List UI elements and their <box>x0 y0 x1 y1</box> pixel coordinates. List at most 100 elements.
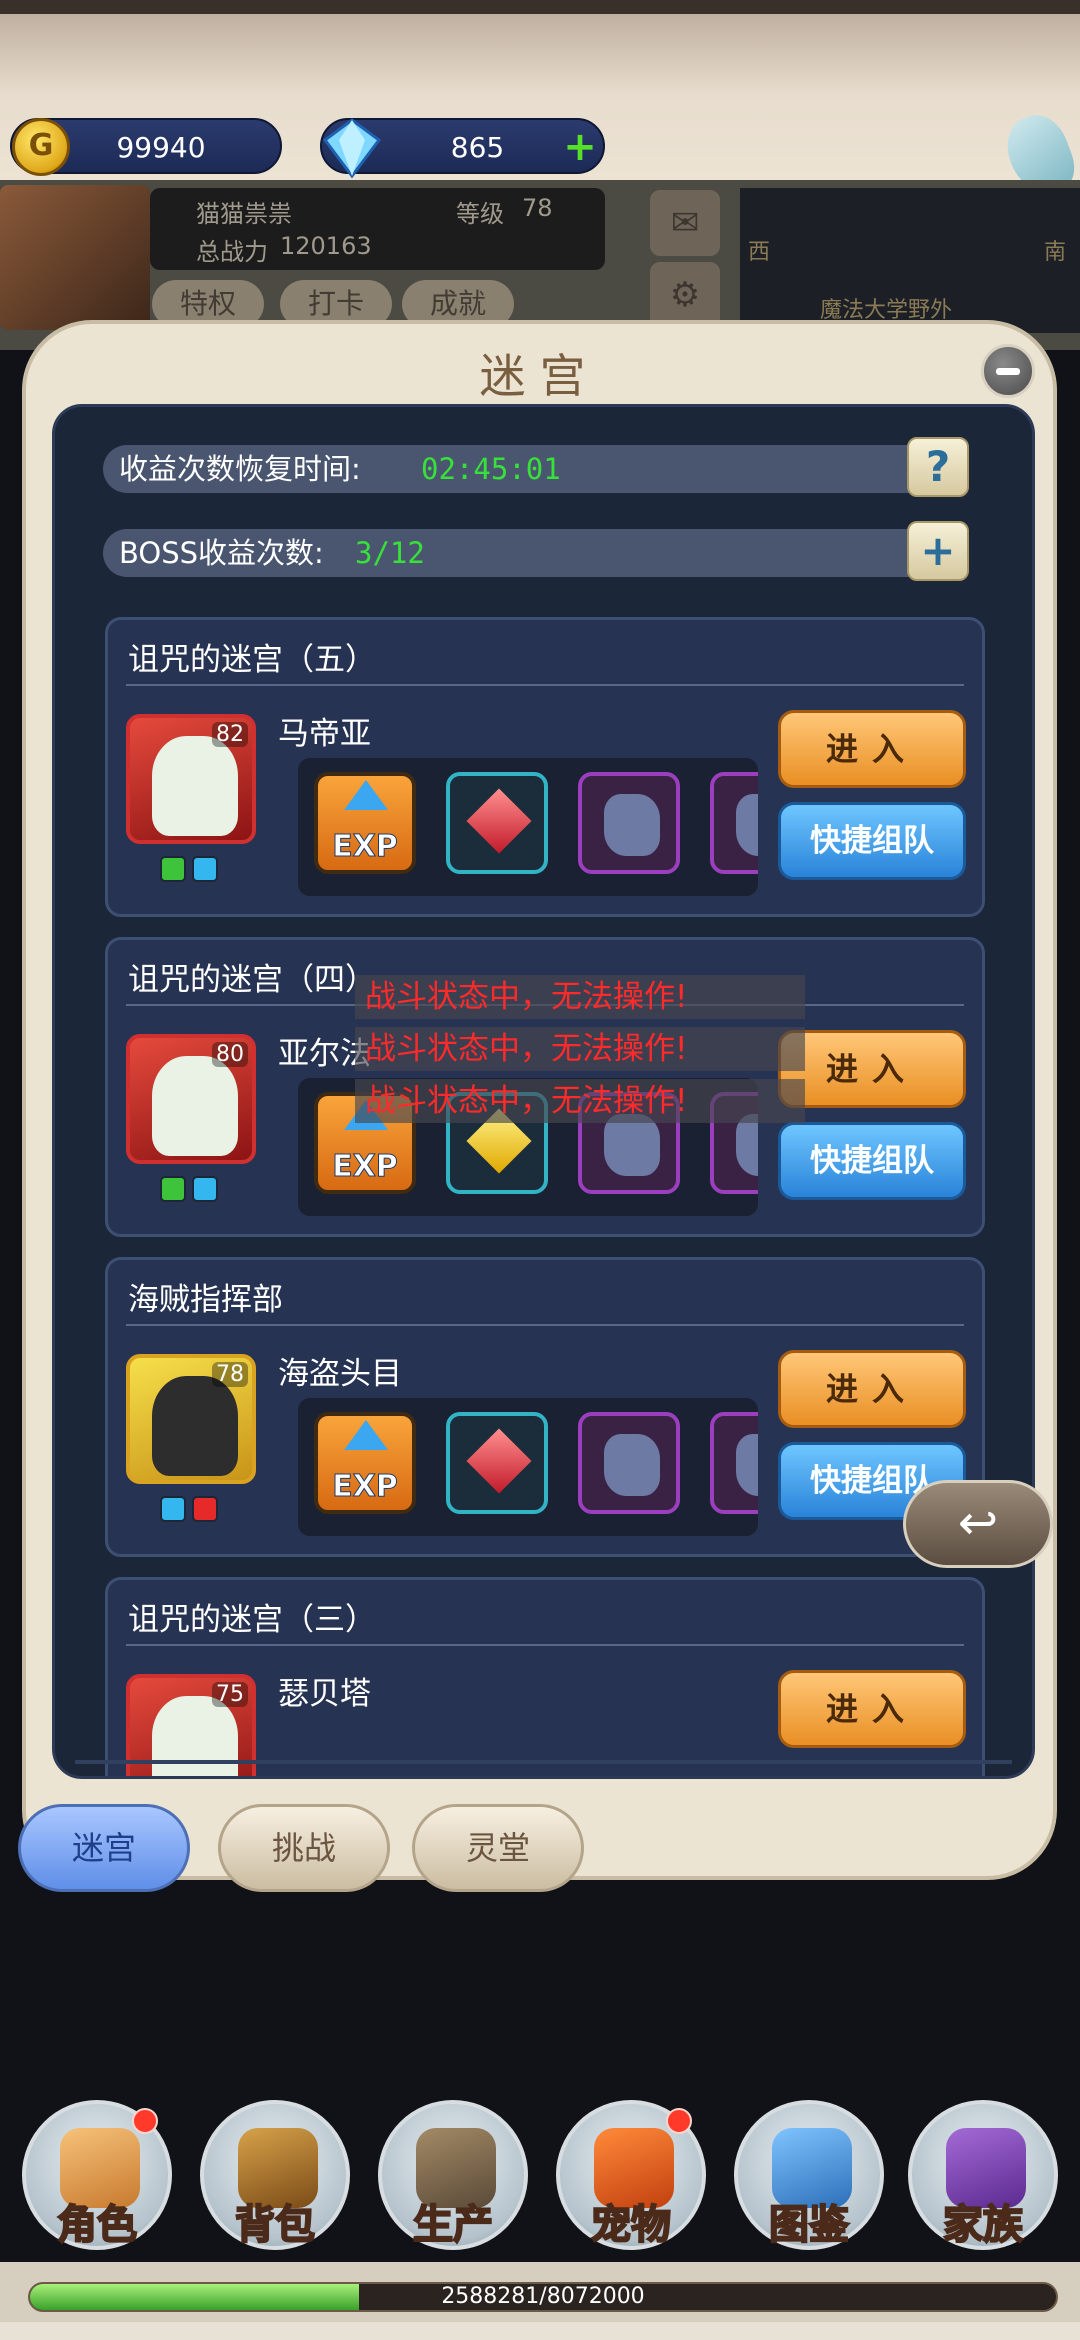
tab-challenge[interactable]: 挑战 <box>218 1804 390 1892</box>
player-avatar[interactable] <box>0 185 150 330</box>
tab-maze[interactable]: 迷宫 <box>18 1804 190 1892</box>
recovery-timer: 02:45:01 <box>421 452 561 486</box>
boss-name: 瑟贝塔 <box>278 1676 371 1712</box>
gold-amount: 99940 <box>116 131 206 164</box>
help-button[interactable]: ? <box>907 437 969 497</box>
exp-label: EXP <box>332 829 399 865</box>
enter-button[interactable]: 进入 <box>778 1350 966 1428</box>
boss-name: 海盗头目 <box>278 1356 402 1392</box>
maze-dialog: 迷宫 收益次数恢复时间: 02:45:01 ? BOSS收益次数: 3/12 +… <box>18 320 1057 1892</box>
player-panel: 猫猫祟祟 等级 78 总战力 120163 <box>150 188 605 270</box>
gold-coin-icon: G <box>12 118 70 176</box>
nav-label: 背包 <box>234 2201 316 2249</box>
boss-level: 78 <box>212 1362 248 1387</box>
battle-warning: 战斗状态中，无法操作! <box>355 1079 805 1123</box>
diamond-icon <box>322 118 382 179</box>
scene-header <box>0 0 1080 210</box>
dragonfly-reward-icon[interactable] <box>578 772 680 874</box>
exp-reward-icon[interactable]: EXP <box>314 1412 416 1514</box>
add-gems-button[interactable]: + <box>563 127 597 167</box>
element-dots <box>160 856 224 886</box>
back-button[interactable]: ↩ <box>903 1480 1053 1568</box>
mail-icon[interactable]: ✉ <box>650 190 720 256</box>
gem-amount: 865 <box>450 131 505 164</box>
weapon-reward-icon[interactable] <box>578 1412 680 1514</box>
exp-reward-icon[interactable]: EXP <box>314 772 416 874</box>
reward-list[interactable]: EXP <box>298 1398 758 1536</box>
power-label: 总战力 <box>196 238 268 266</box>
maze-title: 海贼指挥部 <box>128 1282 283 1318</box>
boss-count-value: 3/12 <box>355 536 425 570</box>
maze-title: 诅咒的迷宫（三） <box>128 1602 376 1638</box>
enter-button[interactable]: 进入 <box>778 1670 966 1748</box>
nav-character[interactable]: 角色 <box>22 2100 172 2250</box>
nav-label: 图鉴 <box>768 2201 850 2249</box>
boss-portrait[interactable]: 78 <box>126 1354 256 1484</box>
reward-list[interactable]: EXP <box>298 758 758 896</box>
minimap[interactable]: 西 南 魔法大学野外 <box>740 188 1080 333</box>
blue-element-icon <box>192 1176 218 1202</box>
boss-figure-icon <box>152 1056 238 1156</box>
exp-label: EXP <box>332 1149 399 1185</box>
quick-team-button[interactable]: 快捷组队 <box>778 1122 966 1200</box>
item-reward-icon[interactable] <box>710 1412 758 1514</box>
maze-card: 诅咒的迷宫（五） 82 马帝亚 EXP 进入 快捷组队 <box>105 617 985 917</box>
gem-counter: 865 + <box>320 118 605 179</box>
boss-figure-icon <box>152 1376 238 1476</box>
gold-counter: G 99940 <box>10 118 282 176</box>
boss-figure-icon <box>152 1696 238 1776</box>
player-power: 120163 <box>280 232 372 260</box>
maze-title: 诅咒的迷宫（四） <box>128 962 376 998</box>
divider <box>126 1324 964 1326</box>
boss-count-bar: BOSS收益次数: 3/12 + <box>103 521 969 581</box>
battle-warning: 战斗状态中，无法操作! <box>355 975 805 1019</box>
item-reward-icon[interactable] <box>710 772 758 874</box>
nav-family[interactable]: 家族 <box>908 2100 1058 2250</box>
nav-pet[interactable]: 宠物 <box>556 2100 706 2250</box>
divider <box>126 684 964 686</box>
tab-spirit-hall[interactable]: 灵堂 <box>412 1804 584 1892</box>
nav-backpack[interactable]: 背包 <box>200 2100 350 2250</box>
minimize-button[interactable] <box>981 344 1035 398</box>
top-stripe <box>0 0 1080 14</box>
notification-dot <box>666 2108 692 2134</box>
bottom-strip <box>0 2322 1080 2340</box>
nav-codex[interactable]: 图鉴 <box>734 2100 884 2250</box>
experience-text: 2588281/8072000 <box>441 2284 645 2309</box>
maze-card: 海贼指挥部 78 海盗头目 EXP 进入 快捷组队 <box>105 1257 985 1557</box>
boss-level: 80 <box>212 1042 248 1067</box>
boss-portrait[interactable]: 82 <box>126 714 256 844</box>
map-west-label: 西 <box>748 240 771 265</box>
element-dots <box>160 1496 224 1526</box>
boss-count-label: BOSS收益次数: <box>119 536 324 570</box>
recovery-label: 收益次数恢复时间: <box>119 452 361 486</box>
gear-icon[interactable]: ⚙ <box>650 262 720 328</box>
player-name: 猫猫祟祟 <box>196 200 292 228</box>
boss-portrait[interactable]: 80 <box>126 1034 256 1164</box>
blue-element-icon <box>160 1496 186 1522</box>
red-gem-reward-icon[interactable] <box>446 772 548 874</box>
player-level: 78 <box>522 194 553 222</box>
red-element-icon <box>192 1496 218 1522</box>
boss-figure-icon <box>152 736 238 836</box>
recovery-time-bar: 收益次数恢复时间: 02:45:01 ? <box>103 437 969 497</box>
maze-title: 诅咒的迷宫（五） <box>128 642 376 678</box>
divider <box>126 1644 964 1646</box>
maze-card: 诅咒的迷宫（三） 75 瑟贝塔 进入 <box>105 1577 985 1776</box>
add-boss-count-button[interactable]: + <box>907 521 969 581</box>
nav-label: 家族 <box>942 2201 1024 2249</box>
scroll-edge <box>75 1760 1012 1764</box>
battle-warning: 战斗状态中，无法操作! <box>355 1027 805 1071</box>
nav-production[interactable]: 生产 <box>378 2100 528 2250</box>
boss-name: 马帝亚 <box>278 716 371 752</box>
dialog-title: 迷宫 <box>479 349 600 403</box>
maze-list-panel[interactable]: 收益次数恢复时间: 02:45:01 ? BOSS收益次数: 3/12 + 诅咒… <box>52 404 1035 1779</box>
green-element-icon <box>160 1176 186 1202</box>
enter-button[interactable]: 进入 <box>778 1030 966 1108</box>
green-element-icon <box>160 856 186 882</box>
quick-team-button[interactable]: 快捷组队 <box>778 802 966 880</box>
enter-button[interactable]: 进入 <box>778 710 966 788</box>
element-dots <box>160 1176 224 1206</box>
experience-track: 2588281/8072000 <box>28 2282 1058 2312</box>
red-gem-reward-icon[interactable] <box>446 1412 548 1514</box>
